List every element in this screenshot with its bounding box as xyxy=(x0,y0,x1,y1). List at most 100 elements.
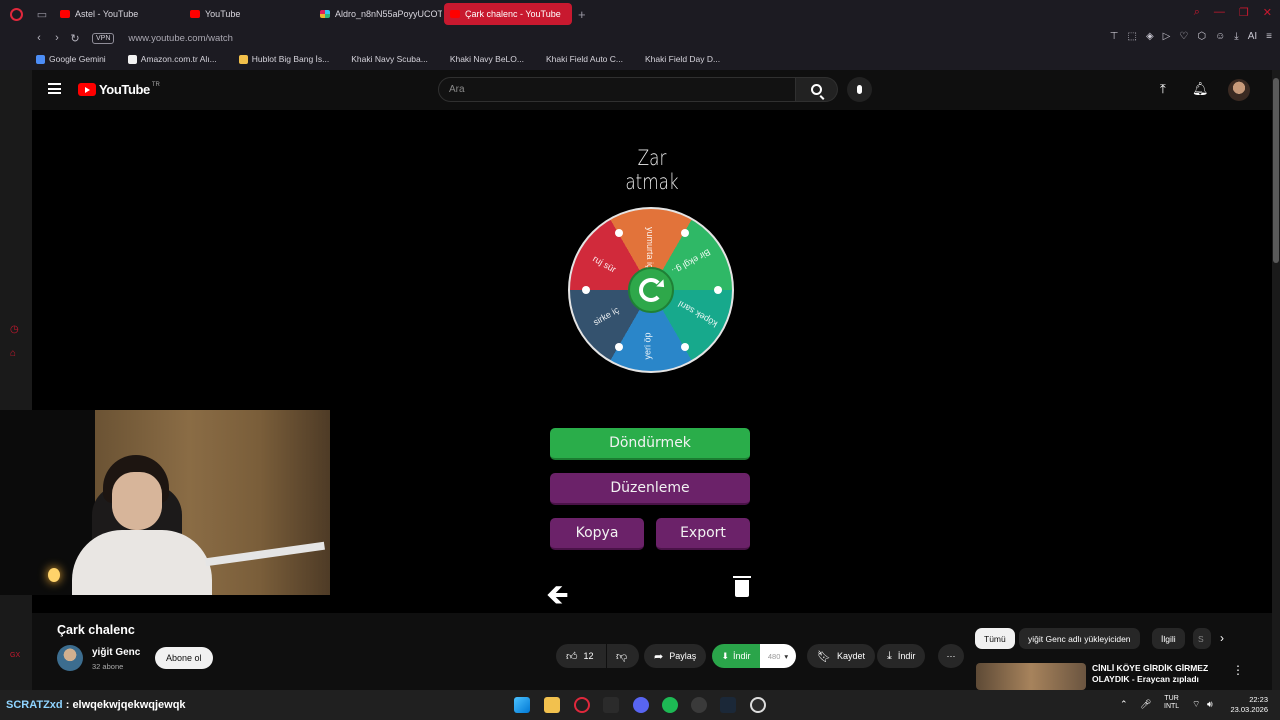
heart-icon[interactable]: ♡ xyxy=(1179,31,1188,42)
youtube-logo[interactable]: YouTube TR xyxy=(78,82,160,97)
extensions-icon[interactable]: ⬡ xyxy=(1197,31,1206,42)
vpn-badge[interactable]: VPN xyxy=(92,32,115,44)
download-extension-button[interactable]: ⬇ İndir xyxy=(712,644,760,668)
webcam-overlay xyxy=(0,410,330,595)
voice-search-button[interactable] xyxy=(847,77,872,102)
opera-logo-icon[interactable] xyxy=(0,0,32,28)
gemini-icon xyxy=(36,54,45,64)
bookmark-label: Khaki Navy Scuba... xyxy=(351,54,428,64)
youtube-header: YouTube TR Ara ⤒ 🔔︎ xyxy=(32,70,1272,110)
microphone-tray-icon[interactable]: 🎤︎ xyxy=(1140,699,1151,710)
profile-icon[interactable]: ☺ xyxy=(1215,31,1225,42)
chip-from-uploader[interactable]: yiğit Genc adlı yükleyiciden xyxy=(1019,628,1140,649)
subscriber-count: 32 abone xyxy=(92,662,124,671)
spotify-icon[interactable] xyxy=(662,697,678,713)
account-avatar[interactable] xyxy=(1228,79,1250,101)
bookmark-label: Khaki Field Day D... xyxy=(645,54,721,64)
chat-message: elwqekwjqekwqjewqk xyxy=(72,699,186,711)
download-icon[interactable]: ⤓ xyxy=(1234,31,1238,42)
spin-hub-button xyxy=(628,267,674,313)
chip-partial[interactable]: S xyxy=(1193,628,1211,649)
discord-icon[interactable] xyxy=(633,697,649,713)
bookmark-item[interactable]: Google Gemini xyxy=(36,54,106,64)
search-tabs-icon[interactable]: ⌕ xyxy=(1194,6,1200,19)
browser-tab-youtube[interactable]: YouTube xyxy=(184,3,312,25)
bookmark-item[interactable]: Hublot Big Bang İs... xyxy=(238,54,329,64)
app-icon[interactable] xyxy=(603,697,619,713)
tray-chevron-icon[interactable]: ⌃ xyxy=(1120,699,1128,710)
browser-tab-cark-chalenc[interactable]: Çark chalenc - YouTube xyxy=(444,3,572,25)
hamburger-menu-icon[interactable] xyxy=(48,83,61,94)
bookmark-item[interactable]: Amazon.com.tr Alı... xyxy=(127,54,217,64)
ai-icon[interactable]: AI xyxy=(1248,31,1257,42)
steam-icon[interactable] xyxy=(720,697,736,713)
bookmark-label: Khaki Navy BeLO... xyxy=(449,54,524,64)
obs-icon[interactable] xyxy=(750,697,766,713)
address-bar-row: ‹ › ↻ VPN www.youtube.com/watch ⊤ ⬚ ◈ ▷ … xyxy=(0,28,1280,48)
new-tab-icon[interactable]: + xyxy=(578,7,586,22)
opera-gx-icon[interactable] xyxy=(574,697,590,713)
reload-icon[interactable]: ↻ xyxy=(66,32,84,45)
subscribe-button[interactable]: Abone ol xyxy=(155,647,213,669)
maximize-icon[interactable]: ❐ xyxy=(1239,6,1249,19)
bookmark-label: Amazon.com.tr Alı... xyxy=(140,54,217,64)
channel-name[interactable]: yiğit Genc xyxy=(92,647,140,658)
browser-tab-aldro[interactable]: Aldro_n8nN55aPoyyUCOT xyxy=(314,3,442,25)
search-input[interactable]: Ara xyxy=(438,77,796,102)
extensions-sidebar-icon[interactable]: ⌂ xyxy=(10,348,16,359)
minimize-icon[interactable]: — xyxy=(1214,6,1225,19)
bookmark-item[interactable]: Khaki Navy Scuba... xyxy=(351,54,428,64)
chip-all[interactable]: Tümü xyxy=(975,628,1015,649)
tab-island-icon[interactable]: ▭ xyxy=(32,0,52,28)
forward-icon[interactable]: › xyxy=(48,32,66,44)
notifications-bell-icon[interactable]: 🔔︎ xyxy=(1192,81,1209,97)
recommended-thumbnail[interactable] xyxy=(976,663,1086,690)
more-horizontal-icon: ⋯ xyxy=(946,650,956,661)
back-icon[interactable]: ‹ xyxy=(30,32,48,44)
file-explorer-icon[interactable] xyxy=(544,697,560,713)
scrollbar-thumb[interactable] xyxy=(1273,78,1279,263)
lamp-light xyxy=(48,568,60,582)
more-actions-button[interactable]: ⋯ xyxy=(938,644,964,668)
browser-tab-astel[interactable]: Astel - YouTube xyxy=(54,3,182,25)
refresh-icon xyxy=(639,278,663,302)
windows-start-icon[interactable] xyxy=(514,697,530,713)
channel-avatar[interactable] xyxy=(57,645,83,671)
dislike-button[interactable]: 👎︎ xyxy=(607,644,639,668)
like-button[interactable]: 👍︎ 12 xyxy=(556,644,606,668)
download-button[interactable]: ⤓ İndir xyxy=(877,644,926,668)
bookmark-item[interactable]: Khaki Navy BeLO... xyxy=(450,54,524,64)
pin-icon[interactable]: ⊤ xyxy=(1110,31,1119,42)
clock[interactable]: 22:23 23.03.2026 xyxy=(1224,695,1268,715)
wifi-icon[interactable]: ⌔ xyxy=(1192,699,1200,710)
search-button[interactable] xyxy=(796,77,838,102)
menu-icon[interactable]: ≡ xyxy=(1266,31,1272,42)
thumbs-up-icon: 👍︎ xyxy=(566,650,578,663)
language-indicator[interactable]: TUR INTL xyxy=(1164,695,1179,712)
address-field[interactable]: www.youtube.com/watch xyxy=(128,33,233,44)
chevron-right-icon[interactable]: › xyxy=(1220,631,1224,645)
bookmark-item[interactable]: Khaki Field Day D... xyxy=(645,54,720,64)
download-quality-select[interactable]: 480 ▾ xyxy=(760,644,796,668)
gx-icon[interactable]: GX xyxy=(10,652,20,659)
slack-icon xyxy=(320,10,330,18)
bookmark-item[interactable]: Khaki Field Auto C... xyxy=(546,54,623,64)
more-vertical-icon[interactable]: ⋮ xyxy=(1232,663,1244,677)
bookmarks-bar: Google Gemini Amazon.com.tr Alı... Hublo… xyxy=(0,48,1280,70)
history-icon[interactable]: ◷ xyxy=(10,324,19,335)
chip-related[interactable]: İlgili xyxy=(1152,628,1185,649)
settings-icon[interactable] xyxy=(691,697,707,713)
save-button[interactable]: 🔖︎ Kaydet xyxy=(807,644,875,668)
youtube-icon xyxy=(190,10,200,18)
page-scrollbar[interactable] xyxy=(1272,70,1280,690)
wheel-segment-label: köpek sarıl xyxy=(676,298,720,330)
snapshot-icon[interactable]: ⬚ xyxy=(1128,31,1137,42)
volume-icon[interactable]: 🔊︎ xyxy=(1207,699,1213,710)
like-count: 12 xyxy=(583,651,594,661)
shield-icon[interactable]: ◈ xyxy=(1146,31,1154,42)
close-icon[interactable]: ✕ xyxy=(1263,6,1272,19)
recommended-title[interactable]: CİNLİ KÖYE GİRDİK GİRMEZ OLAYDIK - Erayc… xyxy=(1092,663,1232,685)
play-icon[interactable]: ▷ xyxy=(1163,31,1171,42)
share-button[interactable]: ➦ Paylaş xyxy=(644,644,707,668)
upload-icon[interactable]: ⤒ xyxy=(1160,81,1166,97)
